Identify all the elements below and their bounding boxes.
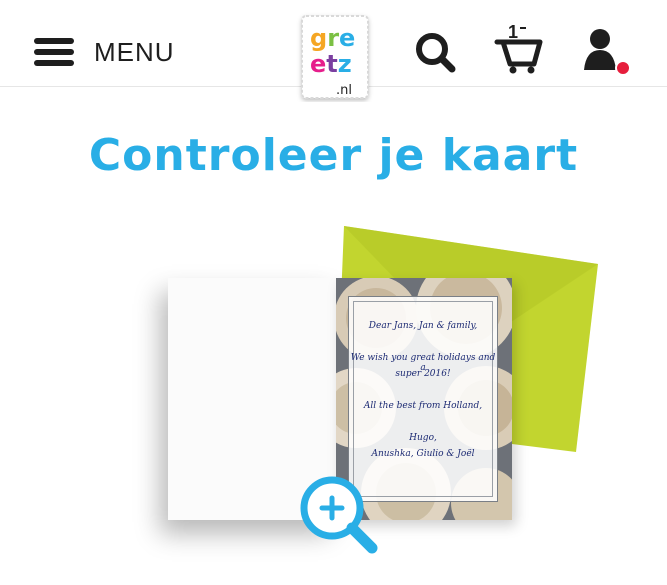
zoom-in-icon[interactable] [300, 476, 380, 556]
logo-line1: gre [310, 24, 355, 52]
greetz-logo[interactable]: gre etz .nl [296, 12, 374, 102]
cart-count-badge: 1 [508, 22, 519, 42]
menu-button[interactable]: MENU [34, 32, 175, 72]
logo-line2: etz [310, 50, 352, 78]
card-message-box: Dear Jans, Jan & family, We wish you gre… [348, 296, 498, 502]
cart-button[interactable]: 1 [494, 22, 544, 74]
cart-icon [494, 27, 543, 74]
account-button[interactable] [580, 26, 632, 78]
message-line: Dear Jans, Jan & family, [368, 321, 478, 331]
logo-suffix: .nl [336, 83, 352, 98]
site-header: MENU gre etz .nl 1 [0, 0, 667, 99]
message-line: Hugo, [409, 433, 437, 443]
message-line: Anushka, Giulio & Joël [371, 449, 475, 459]
message-line: super 2016! [395, 369, 451, 379]
search-icon[interactable] [412, 30, 458, 76]
user-icon [584, 29, 631, 76]
notification-dot [615, 60, 631, 76]
message-line: All the best from Holland, [363, 401, 483, 411]
page-title: Controleer je kaart [88, 130, 579, 181]
hamburger-icon [34, 35, 76, 69]
menu-label: MENU [94, 36, 175, 67]
card-preview[interactable]: Dear Jans, Jan & family, We wish you gre… [120, 222, 610, 562]
